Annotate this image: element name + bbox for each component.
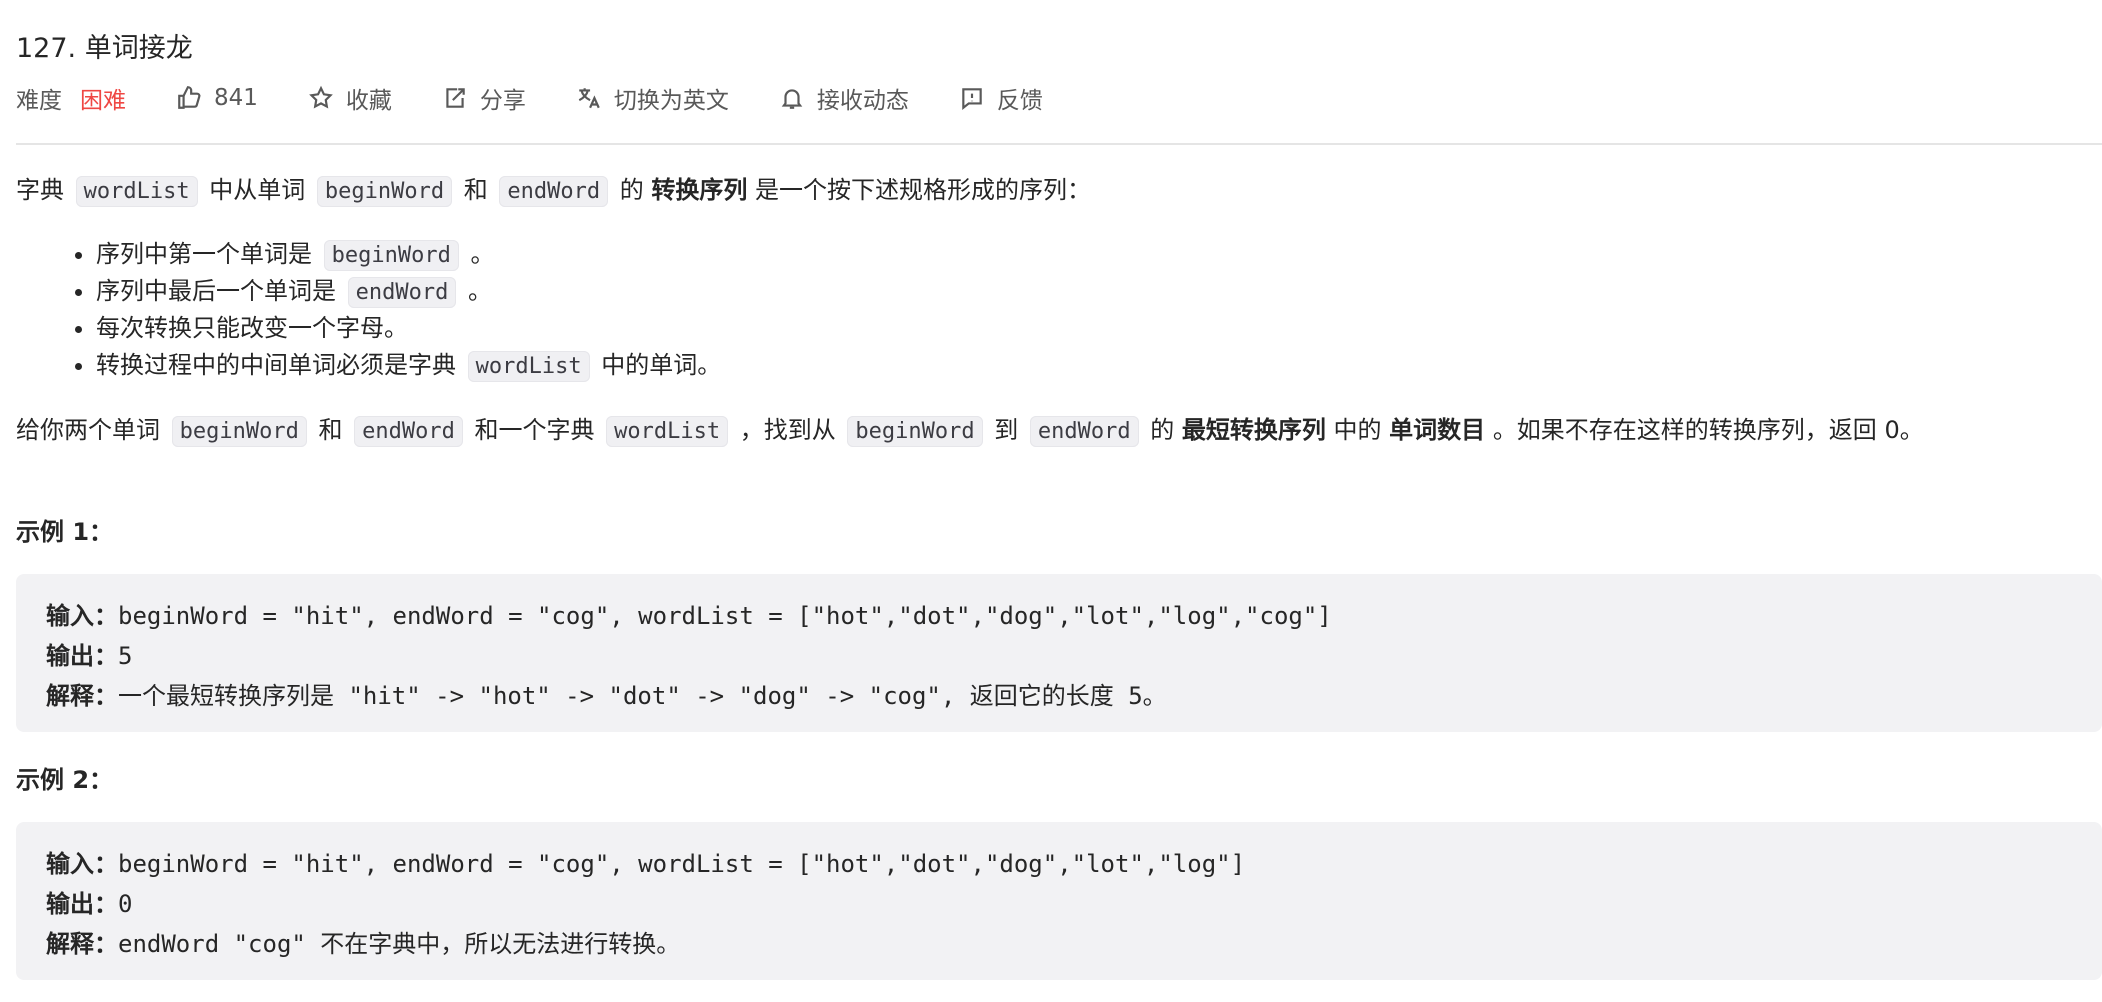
example-2-input: 输入：beginWord = "hit", endWord = "cog", w… — [46, 844, 1245, 879]
like-button[interactable]: 841 — [176, 85, 258, 111]
bold-term: 转换序列 — [651, 176, 748, 204]
intro-text: 字典 — [16, 176, 64, 204]
rule-text: 序列中第一个单词是 — [96, 240, 312, 268]
problem-meta-bar: 难度 困难 841 收藏 分享 切换为英文 接收动态 反馈 — [16, 82, 1093, 114]
thumbs-up-icon — [178, 86, 201, 109]
list-item: 序列中最后一个单词是 endWord 。 — [96, 273, 721, 310]
intro-text: 中从单词 — [209, 176, 306, 204]
rule-text: 转换过程中的中间单词必须是字典 — [96, 351, 456, 379]
input-value: beginWord = "hit", endWord = "cog", word… — [118, 850, 1246, 878]
favorite-button[interactable]: 收藏 — [308, 81, 392, 115]
feedback-button[interactable]: 反馈 — [959, 81, 1043, 115]
translate-icon — [578, 88, 600, 109]
rule-text: 。 — [468, 277, 492, 305]
difficulty-label: 难度 — [16, 88, 62, 114]
intro-text: 是一个按下述规格形成的序列： — [755, 176, 1092, 204]
inline-code: beginWord — [171, 416, 307, 447]
inline-code: endWord — [499, 176, 609, 207]
explanation-value: 一个最短转换序列是 "hit" -> "hot" -> "dot" -> "do… — [118, 682, 1167, 710]
example-1-input: 输入：beginWord = "hit", endWord = "cog", w… — [46, 596, 1332, 631]
bold-term: 单词数目 — [1389, 416, 1486, 444]
share-icon — [446, 88, 465, 108]
input-label: 输入： — [46, 602, 118, 630]
task-text: 的 — [1150, 416, 1175, 444]
subscribe-label: 接收动态 — [816, 88, 909, 114]
rules-list: 序列中第一个单词是 beginWord 。 序列中最后一个单词是 endWord… — [16, 236, 721, 384]
inline-code: wordList — [467, 351, 590, 382]
rule-text: 序列中最后一个单词是 — [96, 277, 336, 305]
input-value: beginWord = "hit", endWord = "cog", word… — [118, 602, 1332, 630]
task-text: 和一个字典 — [474, 416, 595, 444]
example-2-box: 输入：beginWord = "hit", endWord = "cog", w… — [16, 822, 2102, 980]
switch-language-button[interactable]: 切换为英文 — [576, 81, 729, 115]
bell-icon — [781, 89, 803, 109]
feedback-label: 反馈 — [996, 88, 1043, 114]
task-text: 到 — [994, 416, 1019, 444]
description-task: 给你两个单词 beginWord 和 endWord 和一个字典 wordLis… — [16, 410, 1924, 452]
input-label: 输入： — [46, 850, 118, 878]
output-value: 5 — [118, 642, 133, 670]
divider — [16, 143, 2102, 145]
example-2-output: 输出：0 — [46, 884, 132, 919]
example-1-output: 输出：5 — [46, 636, 132, 671]
description-intro: 字典 wordList 中从单词 beginWord 和 endWord 的 转… — [16, 170, 1091, 212]
feedback-icon — [962, 88, 982, 111]
switch-language-label: 切换为英文 — [613, 88, 729, 114]
favorite-label: 收藏 — [345, 88, 392, 114]
output-label: 输出： — [46, 890, 118, 918]
difficulty: 难度 困难 — [16, 81, 126, 115]
example-1-title: 示例 1： — [16, 518, 114, 546]
inline-code: endWord — [354, 416, 463, 447]
output-value: 0 — [118, 890, 133, 918]
subscribe-button[interactable]: 接收动态 — [779, 81, 909, 115]
intro-text: 的 — [619, 176, 644, 204]
list-item: 序列中第一个单词是 beginWord 。 — [96, 236, 721, 273]
list-item: 转换过程中的中间单词必须是字典 wordList 中的单词。 — [96, 347, 721, 384]
rule-text: 每次转换只能改变一个字母。 — [96, 314, 408, 342]
explanation-value: endWord "cog" 不在字典中，所以无法进行转换。 — [118, 930, 681, 958]
example-2-title: 示例 2： — [16, 766, 114, 794]
inline-code: endWord — [347, 277, 457, 308]
inline-code: beginWord — [323, 240, 459, 271]
inline-code: wordList — [75, 176, 198, 207]
task-text: ，找到从 — [739, 416, 836, 444]
share-label: 分享 — [479, 88, 526, 114]
task-text: 给你两个单词 — [16, 416, 160, 444]
explanation-label: 解释： — [46, 930, 118, 958]
star-icon — [309, 85, 333, 109]
problem-title: 127. 单词接龙 — [16, 33, 193, 64]
inline-code: endWord — [1029, 416, 1139, 447]
example-2-explanation: 解释：endWord "cog" 不在字典中，所以无法进行转换。 — [46, 924, 680, 959]
example-1-explanation: 解释：一个最短转换序列是 "hit" -> "hot" -> "dot" -> … — [46, 676, 1167, 711]
output-label: 输出： — [46, 642, 118, 670]
rule-text: 。 — [470, 240, 495, 268]
task-text: 中的 — [1333, 416, 1382, 444]
inline-code: beginWord — [316, 176, 453, 207]
inline-code: wordList — [606, 416, 729, 447]
difficulty-value: 困难 — [80, 88, 126, 114]
task-text: 和 — [318, 416, 343, 444]
share-button[interactable]: 分享 — [442, 81, 526, 115]
inline-code: beginWord — [847, 416, 983, 447]
task-text: 。如果不存在这样的转换序列，返回 0。 — [1492, 416, 1924, 444]
explanation-label: 解释： — [46, 682, 118, 710]
list-item: 每次转换只能改变一个字母。 — [96, 310, 721, 347]
example-1-box: 输入：beginWord = "hit", endWord = "cog", w… — [16, 574, 2102, 732]
intro-text: 和 — [463, 176, 488, 204]
rule-text: 中的单词。 — [601, 351, 722, 379]
bold-term: 最短转换序列 — [1181, 416, 1326, 444]
like-count: 841 — [214, 85, 258, 111]
